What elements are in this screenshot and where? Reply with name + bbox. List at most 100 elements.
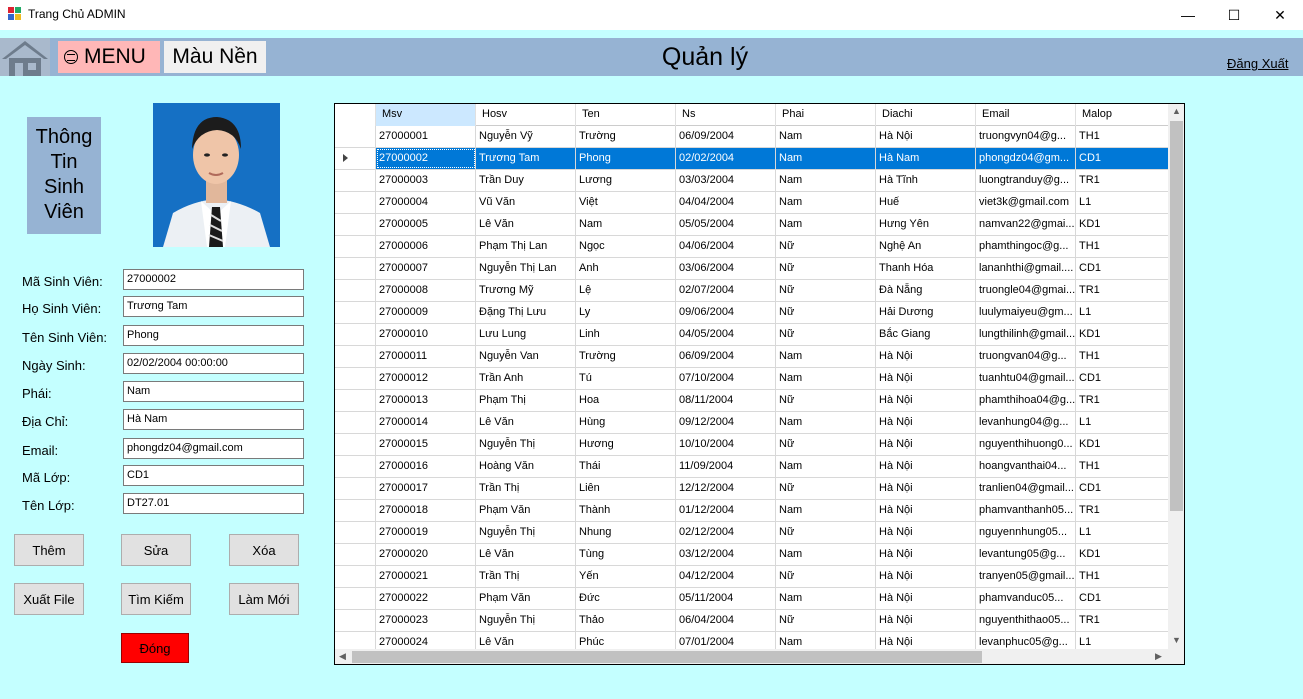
- table-cell[interactable]: 27000004: [376, 192, 476, 213]
- table-cell[interactable]: Trường: [576, 346, 676, 367]
- table-cell[interactable]: Nguyễn Thị: [476, 522, 576, 543]
- table-cell[interactable]: 27000013: [376, 390, 476, 411]
- table-cell[interactable]: Lê Văn: [476, 632, 576, 649]
- table-cell[interactable]: 11/09/2004: [676, 456, 776, 477]
- table-cell[interactable]: Nghệ An: [876, 236, 976, 257]
- row-header[interactable]: [335, 412, 376, 433]
- table-cell[interactable]: Hà Nam: [876, 148, 976, 169]
- table-cell[interactable]: Hà Nội: [876, 544, 976, 565]
- table-cell[interactable]: L1: [1076, 192, 1168, 213]
- table-cell[interactable]: Phạm Thị Lan: [476, 236, 576, 257]
- table-cell[interactable]: 27000007: [376, 258, 476, 279]
- table-cell[interactable]: Hà Nội: [876, 632, 976, 649]
- table-cell[interactable]: truongvyn04@g...: [976, 126, 1076, 147]
- table-cell[interactable]: TH1: [1076, 456, 1168, 477]
- table-cell[interactable]: Nam: [776, 192, 876, 213]
- row-header[interactable]: [335, 302, 376, 323]
- table-cell[interactable]: Nữ: [776, 390, 876, 411]
- table-cell[interactable]: 27000008: [376, 280, 476, 301]
- edit-button[interactable]: Sửa: [121, 534, 191, 566]
- table-cell[interactable]: 06/09/2004: [676, 126, 776, 147]
- table-cell[interactable]: 27000002: [376, 148, 476, 169]
- table-cell[interactable]: 27000005: [376, 214, 476, 235]
- home-button[interactable]: [0, 38, 50, 76]
- table-cell[interactable]: Nam: [776, 148, 876, 169]
- row-header[interactable]: [335, 214, 376, 235]
- background-color-button[interactable]: Màu Nền: [164, 41, 266, 73]
- table-cell[interactable]: Tùng: [576, 544, 676, 565]
- row-header[interactable]: [335, 192, 376, 213]
- column-header[interactable]: Diachi: [876, 104, 976, 126]
- table-cell[interactable]: levantung05@g...: [976, 544, 1076, 565]
- row-header[interactable]: [335, 610, 376, 631]
- table-cell[interactable]: Hùng: [576, 412, 676, 433]
- table-cell[interactable]: namvan22@gmai...: [976, 214, 1076, 235]
- column-header[interactable]: Phai: [776, 104, 876, 126]
- table-cell[interactable]: 04/04/2004: [676, 192, 776, 213]
- table-cell[interactable]: Nữ: [776, 610, 876, 631]
- table-cell[interactable]: Hà Nội: [876, 368, 976, 389]
- table-cell[interactable]: Lê Văn: [476, 214, 576, 235]
- table-cell[interactable]: L1: [1076, 412, 1168, 433]
- table-cell[interactable]: Thành: [576, 500, 676, 521]
- table-cell[interactable]: phamvanthanh05...: [976, 500, 1076, 521]
- table-cell[interactable]: luulymaiyeu@gm...: [976, 302, 1076, 323]
- column-header[interactable]: Ten: [576, 104, 676, 126]
- table-cell[interactable]: Trần Anh: [476, 368, 576, 389]
- table-cell[interactable]: 27000018: [376, 500, 476, 521]
- table-cell[interactable]: Nam: [776, 368, 876, 389]
- table-cell[interactable]: 02/02/2004: [676, 148, 776, 169]
- row-header[interactable]: [335, 456, 376, 477]
- table-row[interactable]: 27000010 Lưu Lung Linh 04/05/2004 Nữ Bắc Gian…: [335, 324, 1168, 346]
- row-header[interactable]: [335, 478, 376, 499]
- table-cell[interactable]: Thanh Hóa: [876, 258, 976, 279]
- table-cell[interactable]: L1: [1076, 522, 1168, 543]
- table-cell[interactable]: Hà Nội: [876, 610, 976, 631]
- table-cell[interactable]: 27000017: [376, 478, 476, 499]
- scroll-down-icon[interactable]: ▼: [1172, 635, 1181, 645]
- table-cell[interactable]: 12/12/2004: [676, 478, 776, 499]
- row-header[interactable]: [335, 588, 376, 609]
- table-cell[interactable]: Hà Nội: [876, 566, 976, 587]
- table-cell[interactable]: Nữ: [776, 236, 876, 257]
- table-cell[interactable]: CD1: [1076, 148, 1168, 169]
- table-cell[interactable]: Phong: [576, 148, 676, 169]
- table-cell[interactable]: Nguyễn Thị: [476, 610, 576, 631]
- logout-link[interactable]: Đăng Xuất: [1227, 56, 1288, 71]
- table-cell[interactable]: Hà Nội: [876, 456, 976, 477]
- table-cell[interactable]: Nữ: [776, 478, 876, 499]
- table-cell[interactable]: Hà Nội: [876, 126, 976, 147]
- table-row[interactable]: 27000021 Trần Thị Yến 04/12/2004 Nữ Hà Nội tra…: [335, 566, 1168, 588]
- table-cell[interactable]: TR1: [1076, 500, 1168, 521]
- table-cell[interactable]: 04/12/2004: [676, 566, 776, 587]
- scroll-right-icon[interactable]: ▶: [1155, 651, 1162, 662]
- row-header[interactable]: [335, 258, 376, 279]
- table-cell[interactable]: Nam: [776, 456, 876, 477]
- table-cell[interactable]: Huế: [876, 192, 976, 213]
- table-cell[interactable]: Đà Nẵng: [876, 280, 976, 301]
- table-cell[interactable]: tranyen05@gmail...: [976, 566, 1076, 587]
- column-header[interactable]: Msv: [376, 104, 476, 126]
- table-row[interactable]: 27000014 Lê Văn Hùng 09/12/2004 Nam Hà Nội lev…: [335, 412, 1168, 434]
- table-cell[interactable]: phamthingoc@g...: [976, 236, 1076, 257]
- address-field[interactable]: Hà Nam: [123, 409, 304, 430]
- table-cell[interactable]: Nam: [776, 588, 876, 609]
- table-cell[interactable]: levanphuc05@g...: [976, 632, 1076, 649]
- table-cell[interactable]: Hoàng Văn: [476, 456, 576, 477]
- table-cell[interactable]: 27000014: [376, 412, 476, 433]
- table-row[interactable]: 27000013 Phạm Thị Hoa 08/11/2004 Nữ Hà Nội pha…: [335, 390, 1168, 412]
- table-cell[interactable]: 10/10/2004: [676, 434, 776, 455]
- birthdate-field[interactable]: 02/02/2004 00:00:00: [123, 353, 304, 374]
- table-cell[interactable]: Lệ: [576, 280, 676, 301]
- table-cell[interactable]: L1: [1076, 632, 1168, 649]
- table-cell[interactable]: KD1: [1076, 214, 1168, 235]
- table-cell[interactable]: 27000001: [376, 126, 476, 147]
- table-cell[interactable]: Nam: [776, 346, 876, 367]
- table-cell[interactable]: 27000022: [376, 588, 476, 609]
- row-header[interactable]: [335, 126, 376, 147]
- table-row[interactable]: 27000003 Trần Duy Lương 03/03/2004 Nam Hà Tĩn…: [335, 170, 1168, 192]
- table-cell[interactable]: KD1: [1076, 324, 1168, 345]
- table-cell[interactable]: Hoa: [576, 390, 676, 411]
- table-cell[interactable]: Hải Dương: [876, 302, 976, 323]
- table-cell[interactable]: 07/01/2004: [676, 632, 776, 649]
